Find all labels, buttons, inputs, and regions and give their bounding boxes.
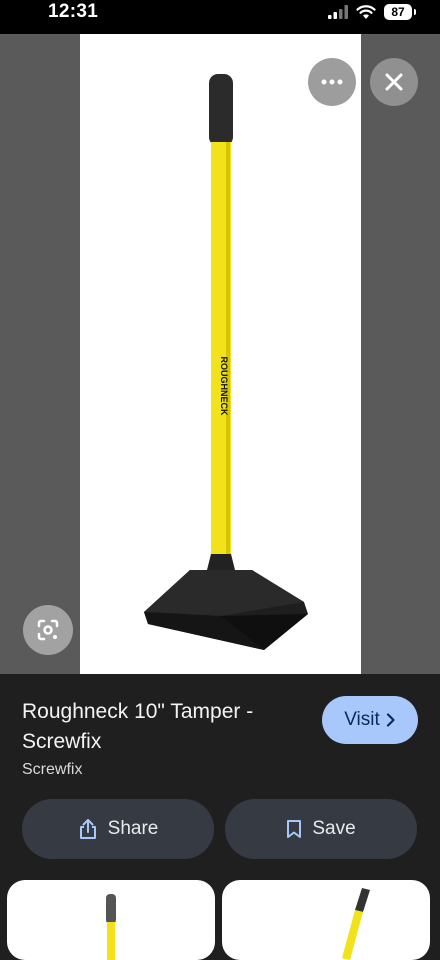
related-thumbnail[interactable] — [222, 880, 430, 960]
save-label: Save — [312, 818, 356, 839]
result-source: Screwfix — [22, 761, 83, 778]
thumbnail-image — [106, 894, 116, 960]
status-time: 12:31 — [48, 1, 99, 22]
share-button[interactable]: Share — [22, 799, 214, 859]
wifi-icon — [356, 4, 376, 19]
save-button[interactable]: Save — [225, 799, 417, 859]
close-button[interactable] — [370, 58, 418, 106]
handle-brand-text: ROUGHNECK — [219, 356, 229, 416]
share-label: Share — [107, 818, 159, 839]
battery-icon: 87 — [384, 4, 416, 20]
tamper-illustration: ROUGHNECK — [144, 74, 308, 650]
result-title[interactable]: Roughneck 10" Tamper - Screwfix — [22, 697, 302, 757]
thumbnail-image — [342, 888, 370, 960]
visit-label: Visit — [344, 709, 380, 730]
close-icon — [385, 73, 403, 91]
status-icons: 87 — [328, 2, 416, 22]
chevron-right-icon — [386, 713, 395, 727]
related-thumbnail[interactable] — [7, 880, 215, 960]
image-viewer[interactable]: ROUGHNECK — [0, 34, 440, 674]
lens-search-button[interactable] — [23, 605, 73, 655]
lens-icon — [37, 619, 59, 641]
share-icon — [79, 819, 96, 839]
signal-icon — [328, 5, 348, 19]
status-bar: 12:31 87 — [0, 0, 440, 34]
product-image[interactable]: ROUGHNECK — [80, 34, 361, 674]
more-icon — [321, 79, 343, 85]
visit-button[interactable]: Visit — [322, 696, 418, 744]
more-options-button[interactable] — [308, 58, 356, 106]
bookmark-icon — [287, 820, 302, 838]
